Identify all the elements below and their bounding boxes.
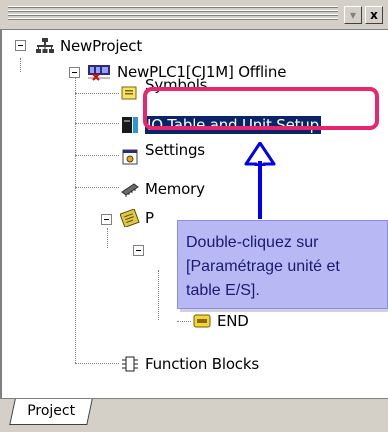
collapse-plc-toggle[interactable]	[69, 67, 80, 78]
tab-project[interactable]: Project	[9, 399, 93, 425]
tree-connector	[75, 155, 119, 156]
memory-icon	[120, 180, 140, 198]
close-button[interactable]: x	[365, 6, 383, 24]
minimize-button[interactable]: ▾	[344, 6, 362, 24]
tree-item-programs[interactable]: P	[119, 206, 154, 230]
section-icon	[192, 312, 212, 330]
tree-connector	[107, 228, 108, 248]
tree-item-label: Function Blocks	[145, 355, 259, 373]
function-block-icon	[120, 355, 140, 373]
tree-connector	[75, 123, 119, 124]
tree-item-label: P	[145, 209, 154, 227]
callout-text: Double-cliquez sur [Paramétrage unité et…	[186, 234, 340, 299]
tree-connector	[158, 270, 159, 320]
io-table-icon	[120, 116, 140, 134]
programs-icon	[119, 208, 140, 228]
panel-title-bar: ▾ x	[0, 0, 388, 30]
tree-item-settings[interactable]: Settings	[120, 141, 205, 169]
tab-bar: Project	[0, 398, 388, 432]
network-icon	[35, 37, 55, 55]
tree-item-label: Settings	[145, 141, 205, 159]
tree-item-label: END	[217, 312, 249, 330]
tree-item-label: Memory	[145, 180, 205, 198]
tree-item-end[interactable]: END	[192, 309, 249, 333]
highlight-frame	[143, 87, 379, 130]
tree-item-label: NewProject	[60, 37, 143, 55]
tree-connector	[75, 363, 119, 364]
drag-grip[interactable]	[8, 6, 338, 22]
project-workspace-panel: ▾ x NewProject NewPLC1[CJ1M] Offline Sym…	[0, 0, 388, 432]
tab-label: Project	[27, 403, 76, 419]
tree-connector	[75, 74, 76, 363]
tree-connector	[75, 93, 119, 94]
tree-item-project[interactable]: NewProject	[35, 34, 142, 58]
collapse-task-toggle[interactable]	[133, 245, 144, 256]
tree-connector	[177, 321, 191, 322]
symbols-icon	[120, 84, 140, 102]
tree-connector	[20, 58, 21, 72]
instruction-callout: Double-cliquez sur [Paramétrage unité et…	[177, 220, 388, 309]
plc-offline-icon	[86, 63, 112, 81]
collapse-project-toggle[interactable]	[15, 40, 26, 51]
collapse-programs-toggle[interactable]	[101, 214, 112, 225]
tree-connector	[75, 187, 119, 188]
arrow-shaft	[258, 161, 262, 219]
tree-item-function-blocks[interactable]: Function Blocks	[120, 352, 259, 376]
tree-item-memory[interactable]: Memory	[120, 177, 205, 201]
project-tree: NewProject NewPLC1[CJ1M] Offline Symbols…	[0, 30, 388, 398]
settings-icon	[120, 148, 140, 166]
